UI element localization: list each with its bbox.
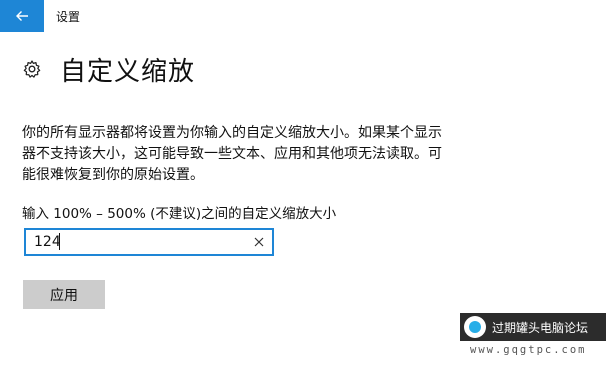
page-header: 自定义缩放 xyxy=(22,52,196,87)
gear-icon xyxy=(23,60,41,78)
custom-scaling-input[interactable]: 124 xyxy=(24,228,274,256)
page-title: 自定义缩放 xyxy=(60,56,196,87)
title-bar: 设置 xyxy=(0,0,606,32)
watermark-url: www.gqgtpc.com xyxy=(470,344,587,356)
watermark-text: 过期罐头电脑论坛 xyxy=(492,320,589,335)
apply-button[interactable]: 应用 xyxy=(23,280,105,309)
close-icon[interactable] xyxy=(252,235,266,249)
back-button[interactable] xyxy=(0,0,44,32)
description-text: 你的所有显示器都将设置为你输入的自定义缩放大小。如果某个显示器不支持该大小，这可… xyxy=(22,125,442,183)
scaling-input-label: 输入 100% – 500% (不建议)之间的自定义缩放大小 xyxy=(22,206,337,222)
input-value: 124 xyxy=(34,234,61,250)
window-title: 设置 xyxy=(56,10,81,24)
watermark-banner: 过期罐头电脑论坛 xyxy=(460,313,606,341)
text-caret xyxy=(59,233,60,250)
back-arrow-icon xyxy=(16,11,28,21)
watermark-logo-icon xyxy=(464,316,486,338)
